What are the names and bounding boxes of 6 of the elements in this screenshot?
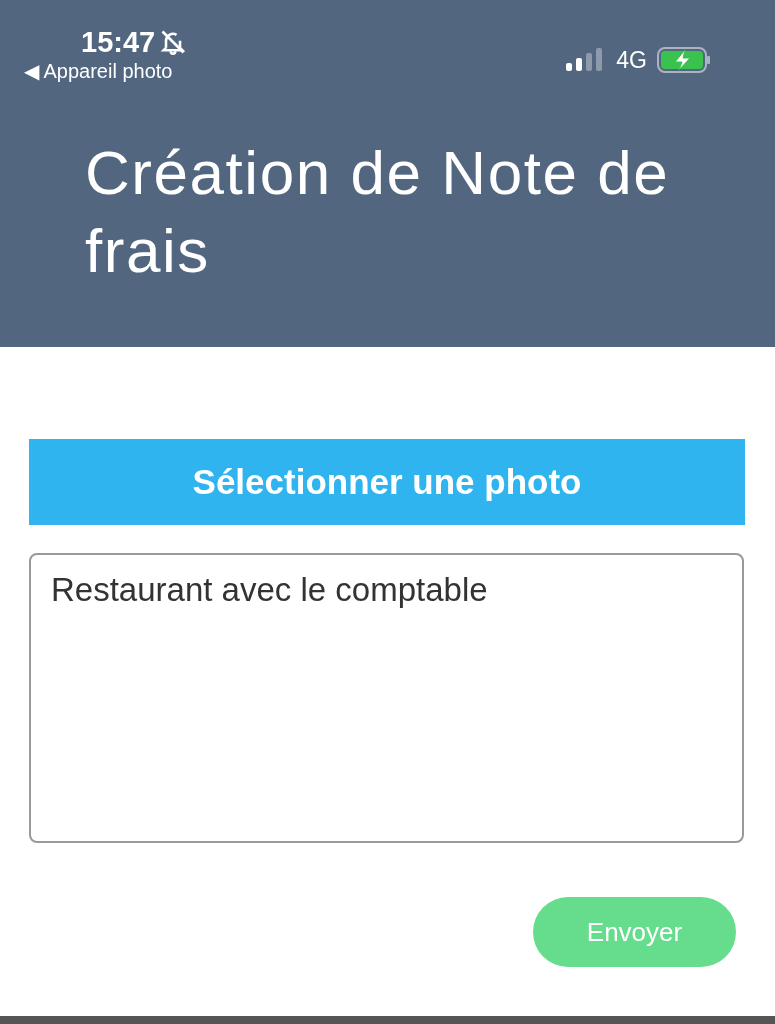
network-label: 4G — [616, 45, 647, 75]
page-title: Création de Note de frais — [84, 137, 671, 287]
back-link[interactable]: ◀ Appareil photo — [24, 58, 188, 84]
description-field[interactable]: Restaurant avec le comptable — [29, 553, 744, 843]
charging-battery-icon — [657, 47, 711, 73]
status-time: 15:47 — [81, 26, 156, 58]
